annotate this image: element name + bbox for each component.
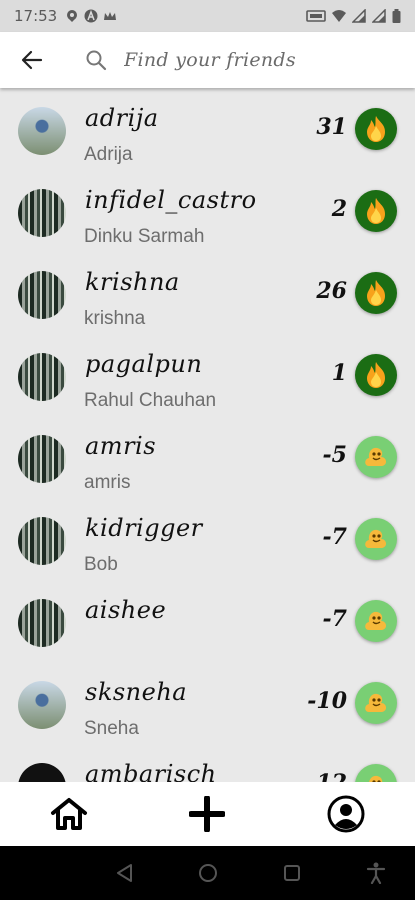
friend-username: pagalpun <box>85 350 203 378</box>
blob-badge-icon <box>355 682 397 724</box>
friend-fullname: Sneha <box>84 718 139 739</box>
nav-home-icon[interactable] <box>196 861 220 885</box>
accessibility-icon[interactable] <box>364 861 388 885</box>
search-icon <box>78 49 114 71</box>
home-icon <box>51 798 88 830</box>
blob-badge-icon <box>355 764 397 782</box>
blob-badge-icon <box>355 600 397 642</box>
friends-list: adrija Adrija 31 infidel_castro Dinku Sarmah… <box>0 90 415 782</box>
back-button[interactable] <box>0 32 64 88</box>
avatar <box>18 353 66 401</box>
friend-username: sksneha <box>85 678 188 706</box>
friend-fullname: Dinku Sarmah <box>84 226 205 247</box>
friend-score: 2 <box>331 196 347 222</box>
friend-row[interactable]: adrija Adrija 31 <box>0 90 415 172</box>
friend-fullname: amris <box>84 472 131 493</box>
search-bar <box>0 32 415 88</box>
fire-badge-icon <box>355 108 397 150</box>
home-button[interactable] <box>39 784 99 844</box>
friend-score: -12 <box>307 770 347 782</box>
blob-badge-icon <box>355 436 397 478</box>
friend-score: -10 <box>307 688 347 714</box>
friend-row[interactable]: kidrigger Bob -7 <box>0 500 415 582</box>
blob-badge-icon <box>355 518 397 560</box>
location-icon <box>67 10 78 22</box>
friend-score: -7 <box>322 524 347 550</box>
friend-row[interactable]: infidel_castro Dinku Sarmah 2 <box>0 172 415 254</box>
friend-username: adrija <box>85 104 159 132</box>
friend-username: infidel_castro <box>85 186 257 214</box>
friend-row[interactable]: aishee -7 <box>0 582 415 664</box>
signal-icon <box>372 9 386 23</box>
add-icon <box>189 796 226 832</box>
friend-username: kidrigger <box>85 514 203 542</box>
friend-fullname: Adrija <box>84 144 133 165</box>
friend-score: 31 <box>316 114 347 140</box>
profile-button[interactable] <box>316 784 376 844</box>
avatar <box>18 435 66 483</box>
avatar <box>18 189 66 237</box>
avatar <box>18 599 66 647</box>
friend-username: amris <box>85 432 157 460</box>
avatar <box>18 271 66 319</box>
friend-score: -5 <box>322 442 347 468</box>
status-left-icons <box>65 9 117 23</box>
friend-row[interactable]: ambarisch -12 <box>0 746 415 782</box>
fire-badge-icon <box>355 354 397 396</box>
battery-icon <box>392 9 401 23</box>
a-circle-icon <box>84 9 98 23</box>
friend-row[interactable]: amris amris -5 <box>0 418 415 500</box>
system-nav-bar <box>0 846 415 900</box>
nav-back-icon[interactable] <box>112 861 136 885</box>
status-bar: 17:53 <box>0 0 415 32</box>
profile-icon <box>327 795 365 833</box>
search-input[interactable] <box>124 49 384 71</box>
status-right-icons <box>306 9 401 23</box>
friend-username: ambarisch <box>85 760 217 782</box>
crown-icon <box>104 12 117 20</box>
friend-score: 26 <box>316 278 347 304</box>
fire-badge-icon <box>355 190 397 232</box>
signal-icon <box>352 9 366 23</box>
nav-recents-icon[interactable] <box>280 861 304 885</box>
friend-row[interactable]: sksneha Sneha -10 <box>0 664 415 746</box>
friend-fullname: Bob <box>84 554 118 575</box>
bottom-nav <box>0 782 415 846</box>
add-button[interactable] <box>177 784 237 844</box>
friend-score: -7 <box>322 606 347 632</box>
avatar <box>18 517 66 565</box>
friend-score: 1 <box>331 360 347 386</box>
fire-badge-icon <box>355 272 397 314</box>
friend-fullname: Rahul Chauhan <box>84 390 217 411</box>
avatar <box>18 681 66 729</box>
friend-fullname: krishna <box>84 308 146 329</box>
wifi-icon <box>332 10 346 22</box>
friend-row[interactable]: pagalpun Rahul Chauhan 1 <box>0 336 415 418</box>
friend-username: krishna <box>85 268 180 296</box>
avatar <box>18 763 66 782</box>
avatar <box>18 107 66 155</box>
friend-row[interactable]: krishna krishna 26 <box>0 254 415 336</box>
status-time: 17:53 <box>14 7 58 25</box>
sim-icon <box>306 10 326 22</box>
friend-username: aishee <box>85 596 167 624</box>
arrow-left-icon <box>21 50 43 70</box>
